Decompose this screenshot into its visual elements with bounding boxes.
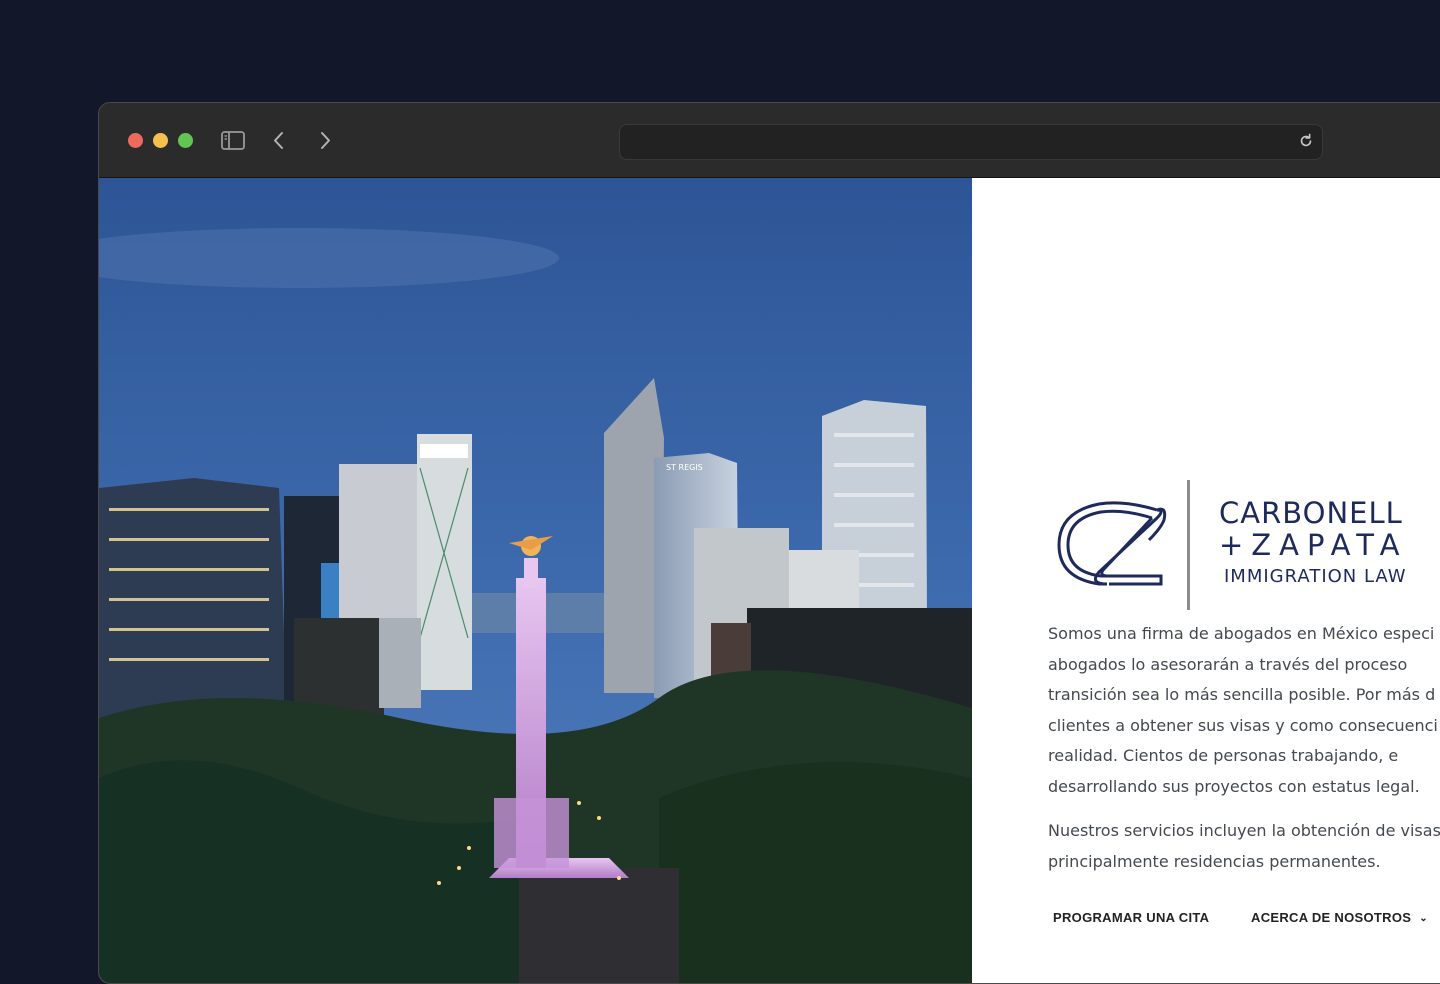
forward-arrow-icon[interactable] bbox=[311, 127, 339, 155]
paragraph-line: abogados lo asesorarán a través del proc… bbox=[1048, 654, 1408, 674]
firm-logo[interactable]: CARBONELL +ZAPATA IMMIGRATION LAW bbox=[1049, 480, 1409, 612]
page-viewport: ST REGIS CARBONELL +ZAPATA IMMIGRATION L… bbox=[99, 178, 1440, 983]
browser-window: ST REGIS CARBONELL +ZAPATA IMMIGRATION L… bbox=[98, 102, 1440, 984]
paragraph-line: Somos una firma de abogados en México es… bbox=[1048, 624, 1435, 643]
content-nav: PROGRAMAR UNA CITA ACERCA DE NOSOTROS ⌄ bbox=[1053, 910, 1440, 932]
content-panel: CARBONELL +ZAPATA IMMIGRATION LAW Somos … bbox=[972, 178, 1440, 983]
paragraph-line: desarrollando sus proyectos con estatus … bbox=[1048, 776, 1420, 796]
paragraph-line: realidad. Cientos de personas trabajando… bbox=[1048, 746, 1399, 765]
chevron-down-icon: ⌄ bbox=[1419, 913, 1428, 924]
about-us-menu[interactable]: ACERCA DE NOSOTROS ⌄ bbox=[1251, 910, 1428, 925]
paragraph-line: clientes a obtener sus visas y como cons… bbox=[1048, 715, 1438, 735]
intro-paragraph-1: Somos una firma de abogados en México es… bbox=[1048, 619, 1440, 802]
logo-name-line2: +ZAPATA bbox=[1219, 528, 1408, 562]
paragraph-line: Nuestros servicios incluyen la obtención… bbox=[1048, 821, 1440, 840]
maximize-window-button[interactable] bbox=[178, 133, 193, 148]
back-arrow-icon[interactable] bbox=[265, 127, 293, 155]
minimize-window-button[interactable] bbox=[153, 133, 168, 148]
sidebar-icon[interactable] bbox=[219, 127, 247, 155]
hotel-sign: ST REGIS bbox=[666, 463, 703, 472]
logo-divider bbox=[1187, 480, 1190, 610]
address-bar[interactable] bbox=[619, 124, 1323, 160]
close-window-button[interactable] bbox=[128, 133, 143, 148]
browser-toolbar bbox=[99, 103, 1440, 178]
logo-name-line1: CARBONELL bbox=[1219, 496, 1403, 530]
reload-icon[interactable] bbox=[1296, 131, 1316, 151]
schedule-appointment-link[interactable]: PROGRAMAR UNA CITA bbox=[1053, 910, 1209, 925]
hero-city-photo: ST REGIS bbox=[99, 178, 972, 983]
intro-paragraph-2: Nuestros servicios incluyen la obtención… bbox=[1048, 816, 1440, 877]
paragraph-line: transición sea lo más sencilla posible. … bbox=[1048, 685, 1436, 704]
about-us-label: ACERCA DE NOSOTROS bbox=[1251, 910, 1412, 925]
paragraph-line: principalmente residencias permanentes. bbox=[1048, 851, 1381, 871]
cz-monogram-icon bbox=[1057, 501, 1167, 586]
logo-tagline: IMMIGRATION LAW bbox=[1224, 566, 1407, 587]
